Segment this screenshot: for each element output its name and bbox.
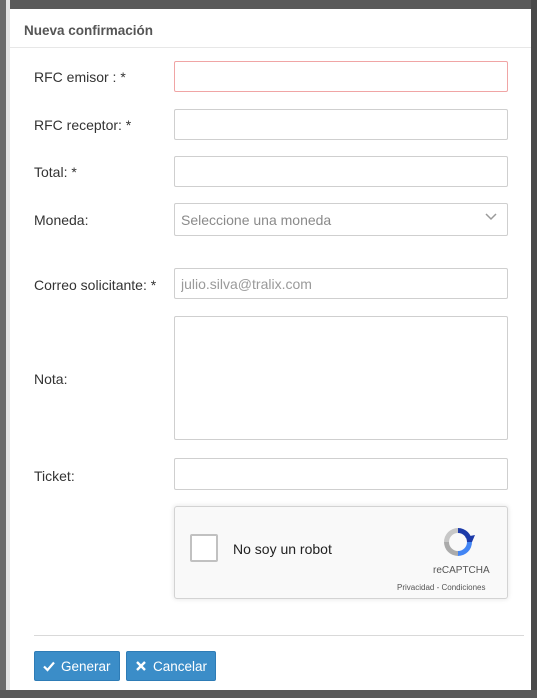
generate-button[interactable]: Generar xyxy=(34,651,120,681)
generate-button-label: Generar xyxy=(61,658,111,674)
rfc-emisor-label: RFC emisor : * xyxy=(34,69,126,85)
close-icon xyxy=(136,661,146,671)
total-input[interactable] xyxy=(174,156,508,187)
recaptcha-logo-icon xyxy=(444,528,475,556)
rfc-receptor-label: RFC receptor: * xyxy=(34,117,132,133)
cancel-button-label: Cancelar xyxy=(153,658,208,674)
modal-title: Nueva confirmación xyxy=(24,23,154,38)
moneda-select-placeholder: Seleccione una moneda xyxy=(181,212,332,228)
ticket-label: Ticket: xyxy=(34,468,75,484)
moneda-select[interactable]: Seleccione una moneda xyxy=(174,203,508,236)
correo-input[interactable] xyxy=(174,268,508,299)
window-frame-right xyxy=(531,0,537,698)
title-divider xyxy=(10,47,531,48)
ticket-input[interactable] xyxy=(174,458,508,490)
recaptcha-brand: reCAPTCHA xyxy=(433,565,490,576)
rfc-receptor-input[interactable] xyxy=(174,109,508,140)
footer-divider xyxy=(34,635,524,636)
nota-label: Nota: xyxy=(34,371,68,387)
check-icon xyxy=(43,661,55,672)
nota-textarea[interactable] xyxy=(174,316,508,440)
confirmation-modal: Nueva confirmación RFC emisor : * RFC re… xyxy=(10,9,531,690)
recaptcha-widget: No soy un robot reCAPTCHA Privacidad - C… xyxy=(174,506,508,599)
cancel-button[interactable]: Cancelar xyxy=(126,651,217,681)
correo-label: Correo solicitante: * xyxy=(34,277,157,293)
recaptcha-label: No soy un robot xyxy=(233,541,332,557)
window-frame-bottom xyxy=(0,690,537,698)
recaptcha-links[interactable]: Privacidad - Condiciones xyxy=(397,583,486,592)
moneda-label: Moneda: xyxy=(34,212,89,228)
chevron-down-icon xyxy=(485,213,497,221)
rfc-emisor-input[interactable] xyxy=(174,61,508,92)
recaptcha-checkbox[interactable] xyxy=(190,534,218,562)
total-label: Total: * xyxy=(34,164,77,180)
window-frame-top xyxy=(0,0,537,9)
